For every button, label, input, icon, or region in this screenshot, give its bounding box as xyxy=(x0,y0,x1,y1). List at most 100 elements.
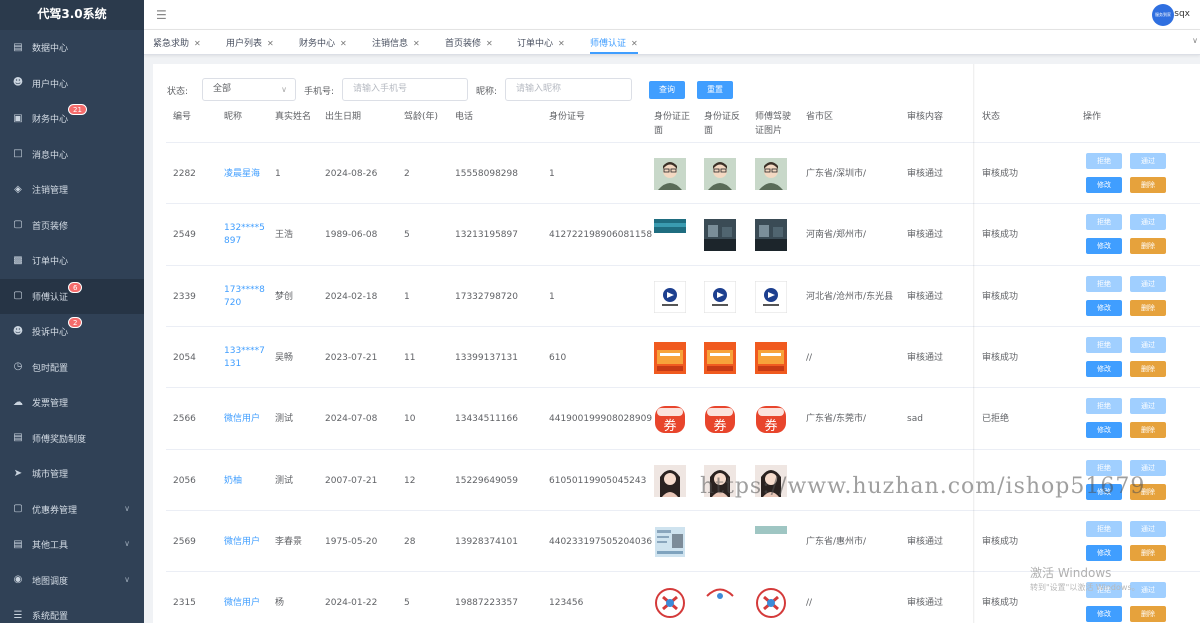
reject-button[interactable]: 拒绝 xyxy=(1086,520,1122,537)
id-back-thumbnail[interactable] xyxy=(704,158,736,190)
status-select[interactable]: 全部 ∨ xyxy=(202,78,296,101)
reject-button[interactable]: 拒绝 xyxy=(1086,214,1122,231)
id-front-thumbnail[interactable] xyxy=(654,464,686,497)
cell-birth: 2024-01-22 xyxy=(325,598,378,609)
sidebar-item-7[interactable]: ▢ 师傅认证 6 xyxy=(0,278,144,314)
close-icon[interactable]: ✕ xyxy=(194,39,201,48)
close-icon[interactable]: ✕ xyxy=(486,39,493,48)
sidebar-item-10[interactable]: ☁ 发票管理 xyxy=(0,385,144,421)
edit-button[interactable]: 修改 xyxy=(1086,299,1122,316)
cell-nick-link[interactable]: 凌晨星海 xyxy=(224,168,266,181)
edit-button[interactable]: 修改 xyxy=(1086,238,1122,255)
document-icon: ▤ xyxy=(13,432,23,444)
sidebar-item-5[interactable]: ▢ 首页装修 xyxy=(0,208,144,244)
id-back-thumbnail[interactable] xyxy=(704,280,736,313)
license-thumbnail[interactable] xyxy=(755,280,787,313)
cell-nick-link[interactable]: 微信用户 xyxy=(224,413,266,426)
sidebar-item-6[interactable]: ▩ 订单中心 xyxy=(0,243,144,279)
sidebar-item-11[interactable]: ▤ 师傅奖励制度 xyxy=(0,421,144,457)
sidebar-item-label: 城市管理 xyxy=(32,470,69,481)
delete-button[interactable]: 删除 xyxy=(1130,544,1166,561)
pass-button[interactable]: 通过 xyxy=(1130,214,1166,231)
reject-button[interactable]: 拒绝 xyxy=(1086,336,1122,353)
id-front-thumbnail[interactable] xyxy=(654,587,686,619)
nick-input[interactable]: 请输入昵称 xyxy=(505,78,632,101)
delete-button[interactable]: 删除 xyxy=(1130,177,1166,193)
sidebar-item-15[interactable]: ◉ 地图调度 ∨ xyxy=(0,563,144,599)
license-thumbnail[interactable] xyxy=(755,158,787,190)
tab-label: 首页装修 xyxy=(445,39,482,49)
close-icon[interactable]: ✕ xyxy=(340,39,347,48)
cell-nick-link[interactable]: 173****8720 xyxy=(224,284,266,310)
license-thumbnail[interactable] xyxy=(755,587,787,619)
cell-nick-link[interactable]: 微信用户 xyxy=(224,597,266,610)
sidebar-item-3[interactable]: □ 消息中心 xyxy=(0,137,144,173)
id-front-thumbnail[interactable] xyxy=(654,526,686,558)
tab-5[interactable]: 订单中心 ✕ xyxy=(517,36,565,49)
main-panel: 状态: 全部 ∨ 手机号: 请输入手机号 昵称: 请输入昵称 查询 重置 编号 昵… xyxy=(153,64,1200,623)
edit-button[interactable]: 修改 xyxy=(1086,177,1122,193)
license-thumbnail[interactable] xyxy=(755,341,787,374)
id-back-thumbnail[interactable] xyxy=(704,587,736,619)
pass-button[interactable]: 通过 xyxy=(1130,520,1166,537)
sidebar-item-4[interactable]: ◈ 注销管理 xyxy=(0,172,144,208)
pass-button[interactable]: 通过 xyxy=(1130,153,1166,169)
pass-button[interactable]: 通过 xyxy=(1130,336,1166,353)
sidebar-item-12[interactable]: ➤ 城市管理 xyxy=(0,456,144,492)
sidebar-item-14[interactable]: ▤ 其他工具 ∨ xyxy=(0,527,144,563)
id-front-thumbnail[interactable] xyxy=(654,219,686,251)
edit-button[interactable]: 修改 xyxy=(1086,422,1122,439)
sidebar-item-16[interactable]: ☰ 系统配置 xyxy=(0,598,144,623)
reject-button[interactable]: 拒绝 xyxy=(1086,153,1122,169)
reject-button[interactable]: 拒绝 xyxy=(1086,275,1122,292)
sidebar-item-9[interactable]: ◷ 包时配置 xyxy=(0,350,144,386)
sidebar-item-8[interactable]: ☻ 投诉中心 2 xyxy=(0,314,144,350)
license-thumbnail[interactable] xyxy=(755,525,787,558)
pass-button[interactable]: 通过 xyxy=(1130,275,1166,292)
license-thumbnail[interactable]: 券 xyxy=(755,403,787,435)
tab-3[interactable]: 注销信息 ✕ xyxy=(372,36,420,49)
reject-button[interactable]: 拒绝 xyxy=(1086,398,1122,415)
id-back-thumbnail[interactable]: 券 xyxy=(704,403,736,435)
pass-button[interactable]: 通过 xyxy=(1130,398,1166,415)
user-name[interactable]: sqx xyxy=(1174,9,1190,19)
id-front-thumbnail[interactable] xyxy=(654,280,686,313)
cell-nick-link[interactable]: 133****7131 xyxy=(224,345,266,371)
tab-6[interactable]: 师傅认证 ✕ xyxy=(590,36,638,54)
phone-input[interactable]: 请输入手机号 xyxy=(342,78,468,101)
id-front-thumbnail[interactable] xyxy=(654,341,686,374)
close-icon[interactable]: ✕ xyxy=(631,39,638,48)
delete-button[interactable]: 删除 xyxy=(1130,606,1166,623)
sidebar-item-0[interactable]: ▤ 数据中心 xyxy=(0,30,144,66)
chevron-down-icon[interactable]: ∨ xyxy=(1192,36,1198,45)
edit-button[interactable]: 修改 xyxy=(1086,544,1122,561)
delete-button[interactable]: 删除 xyxy=(1130,360,1166,377)
edit-button[interactable]: 修改 xyxy=(1086,360,1122,377)
close-icon[interactable]: ✕ xyxy=(267,39,274,48)
tab-1[interactable]: 用户列表 ✕ xyxy=(226,36,274,49)
id-back-thumbnail[interactable] xyxy=(704,219,736,252)
cell-nick-link[interactable]: 微信用户 xyxy=(224,536,266,549)
search-button[interactable]: 查询 xyxy=(649,81,685,99)
hamburger-icon[interactable]: ☰ xyxy=(156,8,167,22)
reset-button[interactable]: 重置 xyxy=(697,81,733,99)
sidebar-item-2[interactable]: ▣ 财务中心 21 xyxy=(0,101,144,137)
cell-nick-link[interactable]: 奶柚 xyxy=(224,475,266,488)
sidebar-item-1[interactable]: ☻ 用户中心 xyxy=(0,66,144,102)
id-front-thumbnail[interactable]: 券 xyxy=(654,403,686,435)
delete-button[interactable]: 删除 xyxy=(1130,422,1166,439)
avatar[interactable]: 服务到家 xyxy=(1152,4,1174,26)
delete-button[interactable]: 删除 xyxy=(1130,238,1166,255)
license-thumbnail[interactable] xyxy=(755,219,787,252)
delete-button[interactable]: 删除 xyxy=(1130,299,1166,316)
id-front-thumbnail[interactable] xyxy=(654,158,686,190)
cell-nick-link[interactable]: 132****5897 xyxy=(224,222,266,248)
tab-4[interactable]: 首页装修 ✕ xyxy=(445,36,493,49)
id-back-thumbnail[interactable] xyxy=(704,341,736,374)
tab-0[interactable]: 紧急求助 ✕ xyxy=(153,36,201,49)
close-icon[interactable]: ✕ xyxy=(413,39,420,48)
close-icon[interactable]: ✕ xyxy=(558,39,565,48)
sidebar-item-13[interactable]: ▢ 优惠券管理 ∨ xyxy=(0,492,144,528)
tab-2[interactable]: 财务中心 ✕ xyxy=(299,36,347,49)
edit-button[interactable]: 修改 xyxy=(1086,606,1122,623)
